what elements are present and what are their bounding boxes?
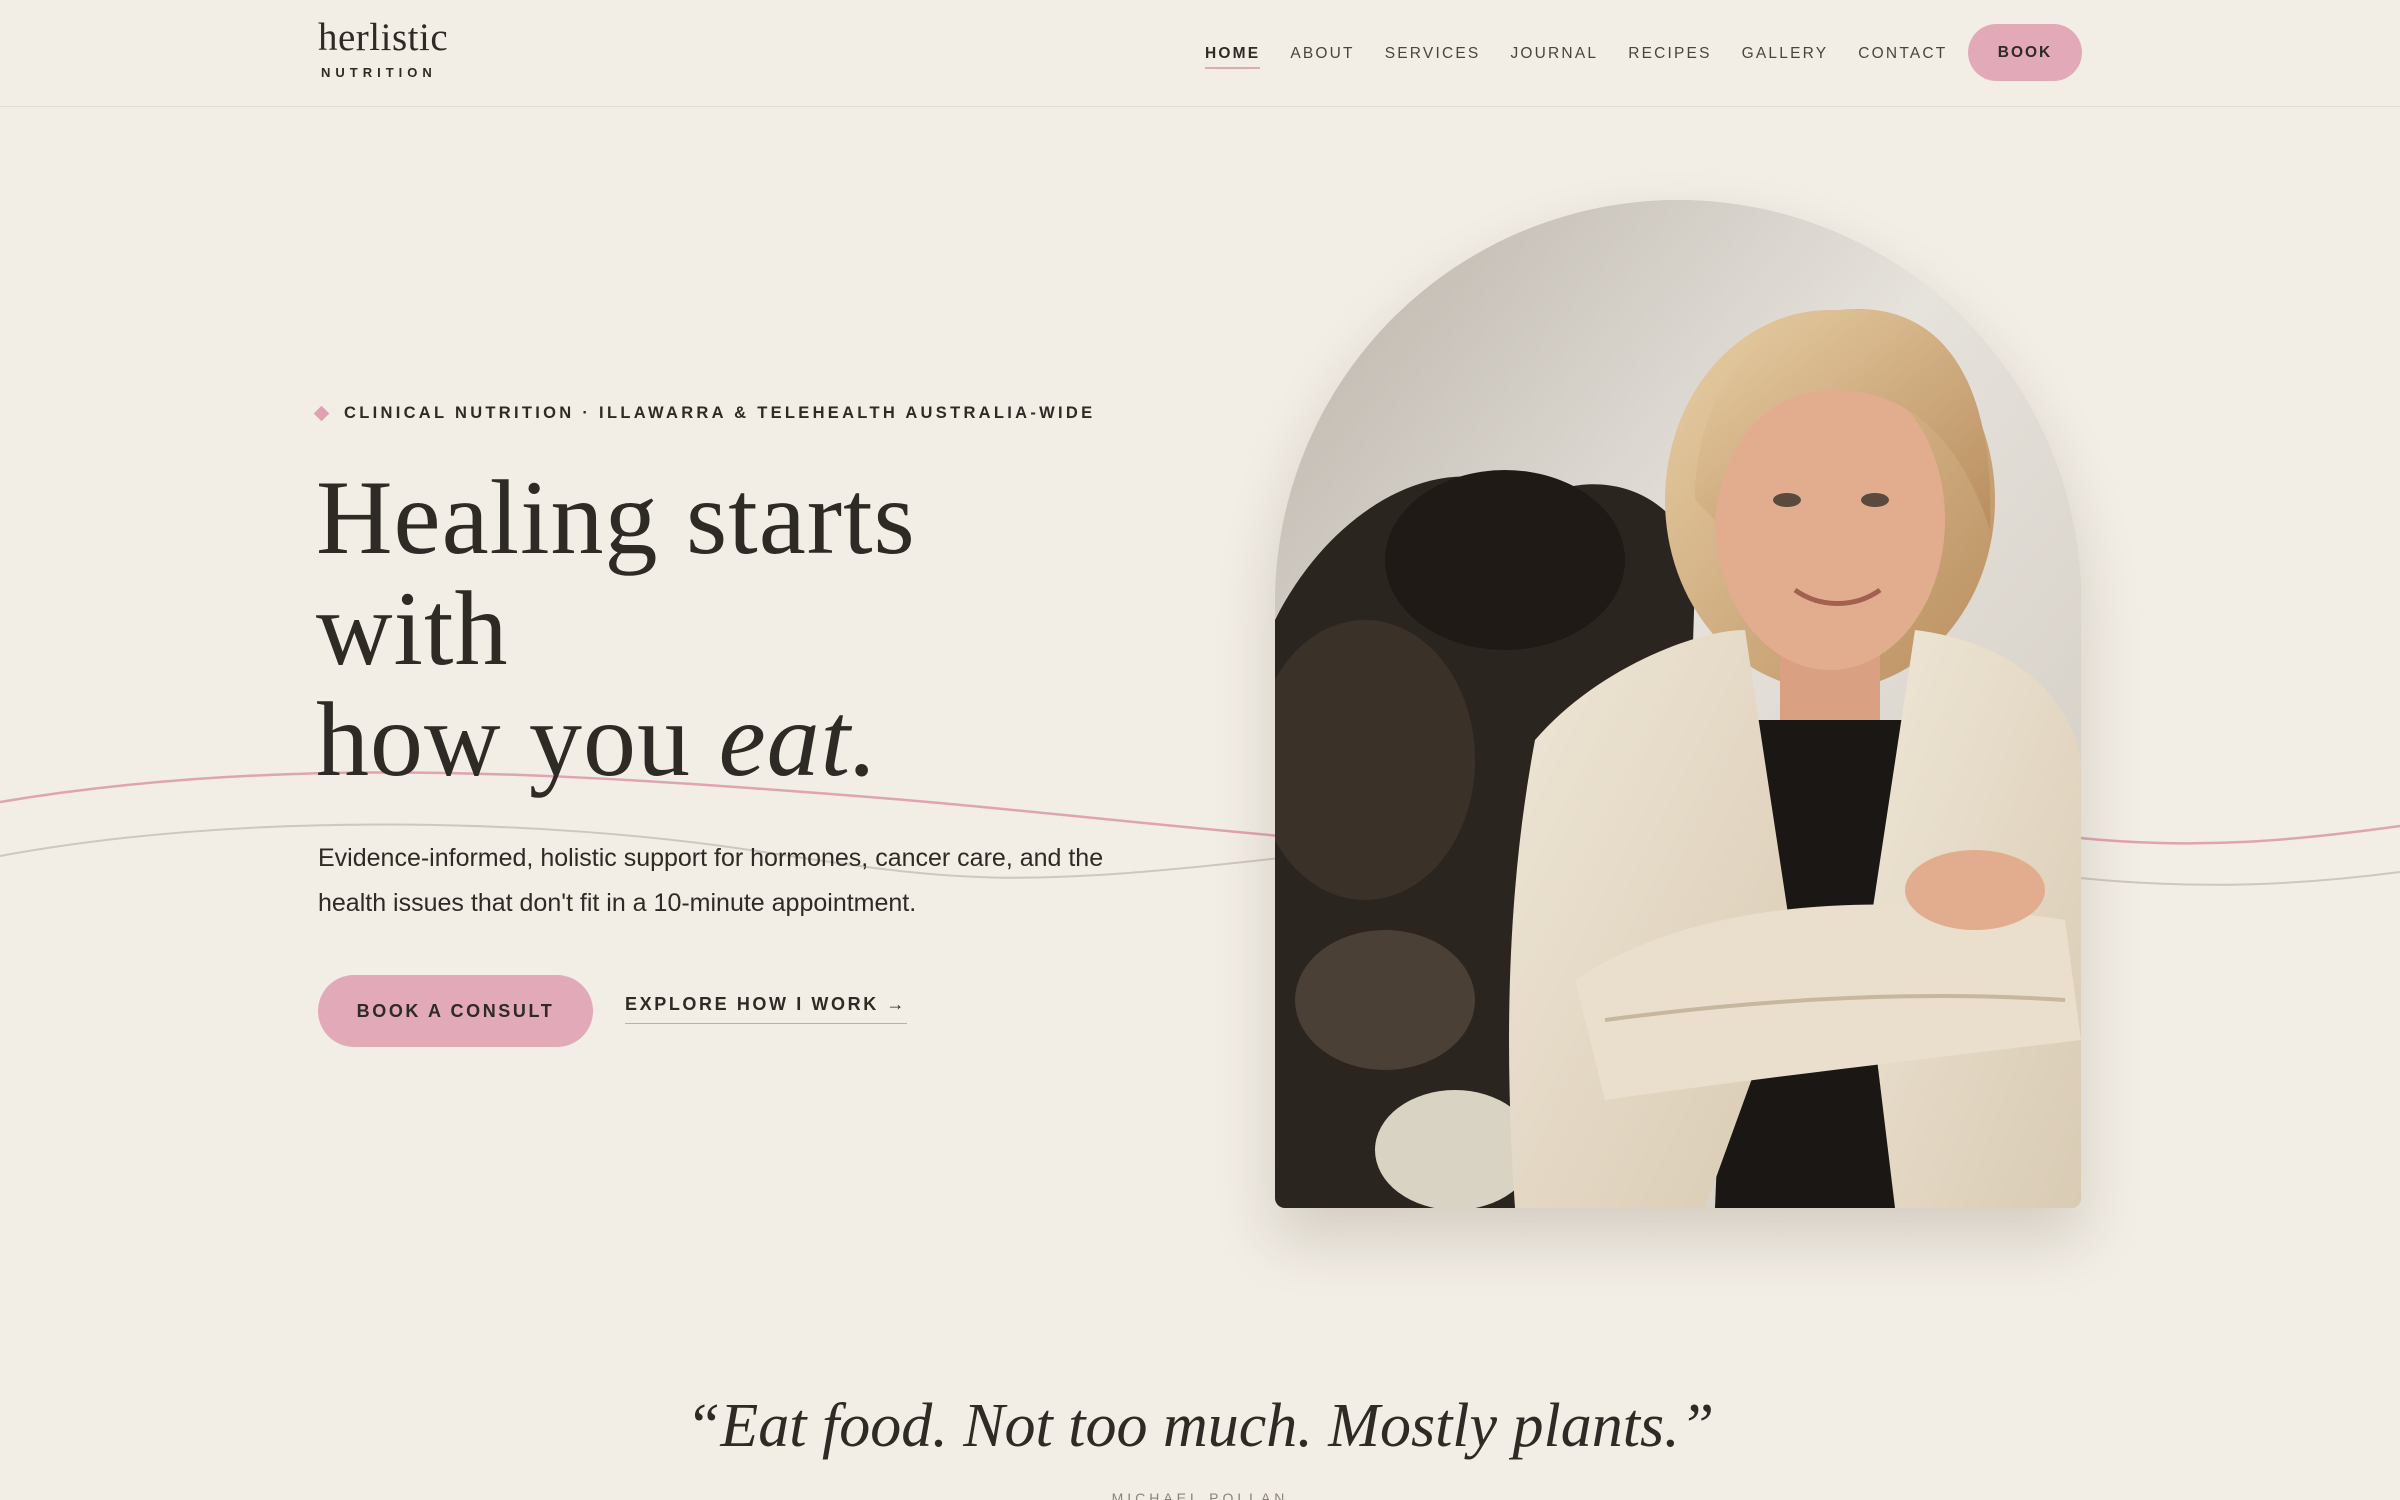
nav-item-recipes[interactable]: RECIPES bbox=[1628, 39, 1711, 69]
hero-eyebrow-text: CLINICAL NUTRITION · ILLAWARRA & TELEHEA… bbox=[344, 404, 1096, 422]
nav-item-home[interactable]: HOME bbox=[1205, 39, 1261, 69]
book-consult-button[interactable]: BOOK A CONSULT bbox=[318, 975, 593, 1047]
wave-pink-line-right bbox=[2079, 824, 2400, 845]
diamond-icon bbox=[313, 405, 330, 422]
brand-name: herlistic bbox=[318, 16, 449, 59]
nav-item-services[interactable]: SERVICES bbox=[1385, 39, 1481, 69]
hero-headline: Healing starts with how you eat. bbox=[316, 462, 1136, 795]
brand-tagline: NUTRITION bbox=[321, 65, 437, 80]
hero-lede: Evidence-informed, holistic support for … bbox=[318, 844, 1104, 917]
headline-line-1: Healing starts bbox=[316, 459, 916, 576]
explore-how-i-work-link[interactable]: EXPLORE HOW I WORK → bbox=[625, 994, 908, 1024]
hero-eyebrow: CLINICAL NUTRITION · ILLAWARRA & TELEHEA… bbox=[313, 404, 1096, 423]
wave-grey-line-right bbox=[2079, 871, 2400, 886]
nav-item-journal[interactable]: JOURNAL bbox=[1510, 39, 1598, 69]
headline-line-2: with bbox=[316, 570, 509, 687]
nav-book-button[interactable]: BOOK bbox=[1968, 24, 2082, 81]
pull-quote: “Eat food. Not too much. Mostly plants.” bbox=[685, 1392, 1715, 1460]
main-nav: HOME ABOUT SERVICES JOURNAL RECIPES GALL… bbox=[1205, 0, 1977, 107]
headline-accent-word: eat. bbox=[718, 681, 879, 798]
site-header: herlistic NUTRITION HOME ABOUT SERVICES … bbox=[0, 0, 2400, 107]
nav-item-about[interactable]: ABOUT bbox=[1290, 39, 1354, 69]
quote-author: MICHAEL POLLAN bbox=[1111, 1490, 1289, 1500]
nav-item-gallery[interactable]: GALLERY bbox=[1742, 39, 1829, 69]
portrait-illustration bbox=[1275, 200, 2081, 1208]
hero-portrait bbox=[1275, 200, 2081, 1208]
nav-item-contact[interactable]: CONTACT bbox=[1858, 39, 1947, 69]
brand-logo[interactable]: herlistic NUTRITION bbox=[318, 18, 448, 80]
headline-line-3: how you bbox=[316, 681, 719, 798]
